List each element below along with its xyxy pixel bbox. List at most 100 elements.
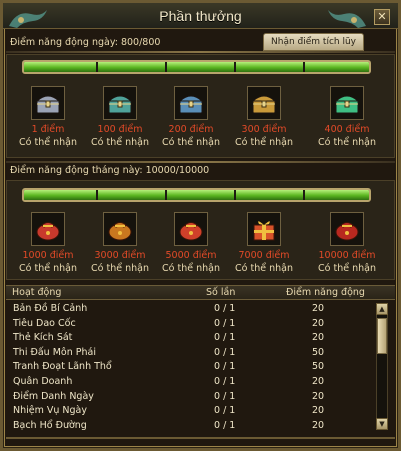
reward-status: Có thể nhận <box>235 263 293 274</box>
table-row[interactable]: Thẻ Kích Sát 0 / 1 20 <box>6 331 374 346</box>
bar-segment <box>165 62 167 72</box>
reward-item[interactable]: 5000 điểm Có thể nhận <box>156 212 226 274</box>
activity-count: 0 / 1 <box>214 405 236 417</box>
orange-pouch-icon[interactable] <box>103 212 137 246</box>
table-row[interactable]: Bản Đồ Bí Cảnh 0 / 1 20 <box>6 302 374 317</box>
table-row[interactable]: Tranh Đoạt Lãnh Thổ 0 / 1 50 <box>6 360 374 375</box>
daily-progress-bar <box>22 60 371 74</box>
bar-segment <box>96 62 98 72</box>
activity-name: Bản Đồ Bí Cảnh <box>13 303 88 314</box>
activity-name: Bạch Hổ Đường <box>13 419 87 431</box>
activity-column-header: Hoạt động <box>12 287 62 298</box>
monthly-progress-bar <box>22 188 371 202</box>
scroll-up-button[interactable]: ▲ <box>376 303 388 315</box>
reward-status: Có thể nhận <box>19 263 77 274</box>
activity-count: 0 / 1 <box>214 303 236 314</box>
reward-item[interactable]: 7000 điểm Có thể nhận <box>229 212 299 274</box>
reward-points: 400 điểm <box>324 124 370 135</box>
activity-points: 20 <box>312 390 325 402</box>
reward-item[interactable]: 1 điểm Có thể nhận <box>13 86 83 148</box>
activity-name: Điểm Danh Ngày <box>13 390 94 402</box>
divider <box>6 51 395 53</box>
activity-count: 0 / 1 <box>214 390 236 402</box>
activity-table-header: Hoạt động Số lần Điểm năng động <box>6 285 395 300</box>
bar-segment <box>96 190 98 200</box>
activity-points: 20 <box>312 303 325 314</box>
reward-item[interactable]: 3000 điểm Có thể nhận <box>85 212 155 274</box>
claim-accumulated-tab[interactable]: Nhận điểm tích lũy <box>263 33 364 51</box>
reward-points: 100 điểm <box>97 124 143 135</box>
title-bar[interactable]: Phần thưởng ✕ <box>3 3 398 29</box>
table-row[interactable]: Tiêu Dao Cốc 0 / 1 20 <box>6 317 374 332</box>
reward-points: 1 điểm <box>31 124 65 135</box>
activity-count: 0 / 1 <box>214 361 236 373</box>
table-row[interactable]: Điểm Danh Ngày 0 / 1 20 <box>6 390 374 405</box>
teal-chest-icon[interactable] <box>103 86 137 120</box>
reward-item[interactable]: 400 điểm Có thể nhận <box>312 86 382 148</box>
activity-name: Thẻ Kích Sát <box>13 332 73 344</box>
bar-segment <box>303 62 305 72</box>
reward-status: Có thể nhận <box>91 263 149 274</box>
red-pouch-icon[interactable] <box>31 212 65 246</box>
points-column-header: Điểm năng động <box>286 287 365 298</box>
bar-segment <box>165 190 167 200</box>
reward-item[interactable]: 200 điểm Có thể nhận <box>156 86 226 148</box>
gold-chest-icon[interactable] <box>247 86 281 120</box>
table-row[interactable]: Quân Doanh 0 / 1 20 <box>6 375 374 390</box>
red-sack-icon[interactable] <box>330 212 364 246</box>
scrollbar-thumb[interactable] <box>377 318 387 354</box>
table-row[interactable]: Thi Đấu Môn Phái 0 / 1 50 <box>6 346 374 361</box>
activity-points: 20 <box>312 419 325 431</box>
close-button[interactable]: ✕ <box>374 9 390 25</box>
activity-count: 0 / 1 <box>214 419 236 431</box>
scroll-down-button[interactable]: ▼ <box>376 418 388 430</box>
activity-count: 0 / 1 <box>214 375 236 387</box>
bar-segment <box>303 190 305 200</box>
activity-count: 0 / 1 <box>214 346 236 358</box>
reward-status: Có thể nhận <box>162 137 220 148</box>
activity-points: 20 <box>312 405 325 417</box>
blue-chest-icon[interactable] <box>174 86 208 120</box>
activity-points: 50 <box>312 346 325 358</box>
reward-points: 300 điểm <box>241 124 287 135</box>
daily-progress-fill <box>24 62 369 72</box>
ornament-icon <box>328 10 366 28</box>
reward-status: Có thể nhận <box>19 137 77 148</box>
activity-points: 20 <box>312 317 325 329</box>
bar-segment <box>234 190 236 200</box>
daily-points-label: Điểm năng động ngày: 800/800 <box>10 37 161 48</box>
reward-status: Có thể nhận <box>91 137 149 148</box>
reward-item[interactable]: 100 điểm Có thể nhận <box>85 86 155 148</box>
silver-chest-icon[interactable] <box>31 86 65 120</box>
reward-item[interactable]: 10000 điểm Có thể nhận <box>312 212 382 274</box>
activity-name: Nhiệm Vụ Ngày <box>13 405 88 417</box>
activity-points: 50 <box>312 361 325 373</box>
jade-chest-icon[interactable] <box>330 86 364 120</box>
activity-table-body: Bản Đồ Bí Cảnh 0 / 1 20 Tiêu Dao Cốc 0 / 1 20… <box>6 302 374 433</box>
reward-points: 1000 điểm <box>22 250 74 261</box>
divider <box>6 161 395 163</box>
table-row[interactable]: Nhiệm Vụ Ngày 0 / 1 20 <box>6 404 374 419</box>
reward-points: 3000 điểm <box>94 250 146 261</box>
reward-status: Có thể nhận <box>162 263 220 274</box>
activity-points: 20 <box>312 332 325 344</box>
reward-item[interactable]: 300 điểm Có thể nhận <box>229 86 299 148</box>
bottom-divider <box>6 437 395 439</box>
activity-count: 0 / 1 <box>214 317 236 329</box>
reward-status: Có thể nhận <box>235 137 293 148</box>
arrow-up-icon: ▲ <box>379 305 385 313</box>
table-row[interactable]: Bạch Hổ Đường 0 / 1 20 <box>6 419 374 434</box>
reward-item[interactable]: 1000 điểm Có thể nhận <box>13 212 83 274</box>
activity-name: Tranh Đoạt Lãnh Thổ <box>13 361 112 373</box>
reward-points: 200 điểm <box>168 124 214 135</box>
reward-points: 5000 điểm <box>165 250 217 261</box>
activity-count: 0 / 1 <box>214 332 236 344</box>
reward-points: 10000 điểm <box>318 250 376 261</box>
gift-box-icon[interactable] <box>247 212 281 246</box>
close-icon: ✕ <box>377 10 387 23</box>
red-bag-icon[interactable] <box>174 212 208 246</box>
reward-status: Có thể nhận <box>318 137 376 148</box>
bar-segment <box>234 62 236 72</box>
monthly-progress-fill <box>24 190 369 200</box>
reward-points: 7000 điểm <box>238 250 290 261</box>
